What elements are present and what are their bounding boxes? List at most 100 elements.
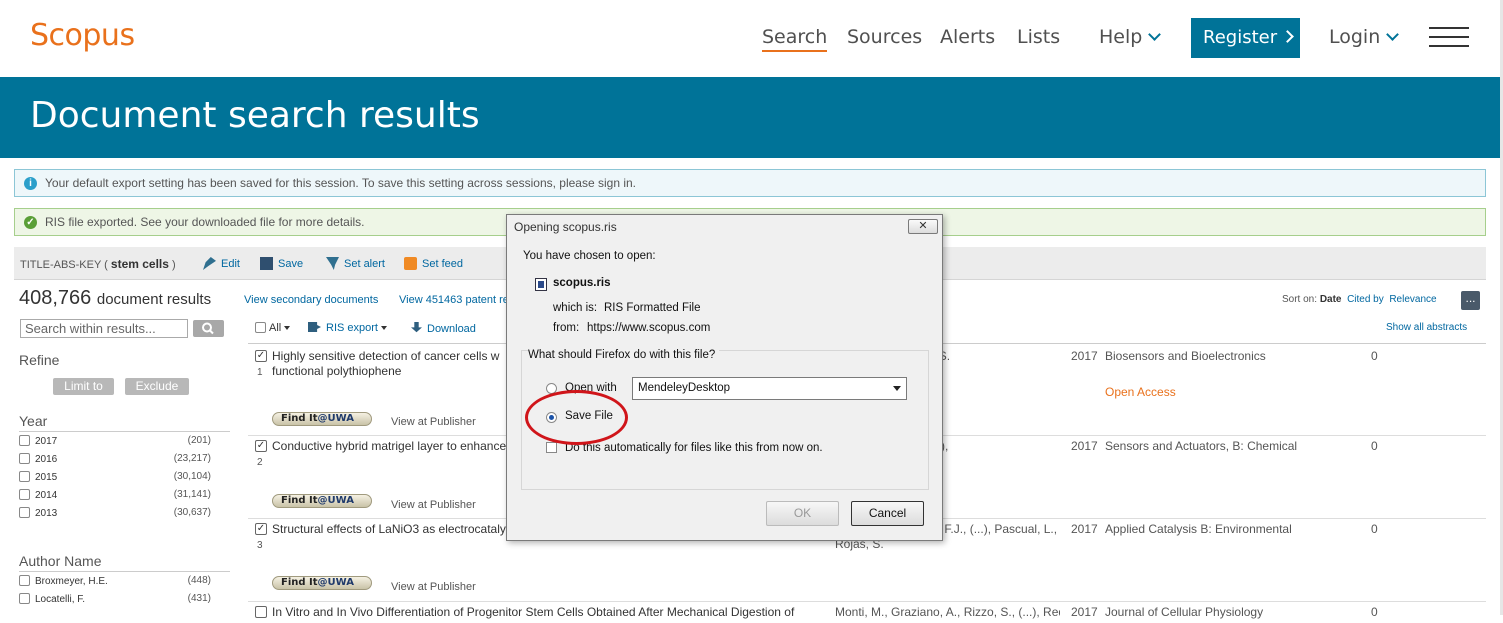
find-it-uwa-label: @UWA (317, 495, 354, 506)
sort-label: Sort on: (1282, 294, 1318, 305)
success-message-text: RIS file exported. See your downloaded f… (45, 215, 365, 229)
set-feed-link[interactable]: Set feed (404, 257, 463, 270)
scopus-logo[interactable]: Scopus (30, 18, 135, 53)
nav-help[interactable]: Help (1099, 26, 1162, 48)
save-query-link[interactable]: Save (260, 257, 303, 270)
result-checkbox[interactable]: ✓ (255, 350, 267, 362)
result-title[interactable]: In Vitro and In Vivo Differentiation of … (272, 605, 812, 620)
find-it-uwa-button[interactable]: Find It@UWA (272, 412, 372, 426)
highlight-annotation (525, 390, 628, 445)
result-cited-count[interactable]: 0 (1371, 605, 1378, 619)
find-it-uwa-label: @UWA (317, 577, 354, 588)
result-title[interactable]: Highly sensitive detection of cancer cel… (272, 349, 522, 379)
result-cited-count[interactable]: 0 (1371, 522, 1378, 536)
hamburger-menu-icon[interactable] (1429, 27, 1469, 47)
auto-action-label[interactable]: Do this automatically for files like thi… (565, 442, 823, 454)
result-year: 2017 (1071, 349, 1098, 363)
nav-help-label: Help (1099, 26, 1143, 48)
nav-lists[interactable]: Lists (1017, 26, 1060, 48)
view-at-publisher-link[interactable]: View at Publisher (391, 581, 476, 593)
exclude-button[interactable]: Exclude (125, 378, 189, 395)
nav-sources[interactable]: Sources (847, 26, 922, 48)
find-it-label: Find It (281, 413, 318, 424)
info-message: i Your default export setting has been s… (14, 169, 1486, 197)
ris-export-dropdown[interactable]: RIS export (308, 322, 387, 334)
facet-year-row[interactable]: 2017 (201) (19, 435, 211, 449)
edit-query-link[interactable]: Edit (203, 257, 240, 270)
select-all-dropdown[interactable]: All (255, 322, 291, 334)
view-secondary-link[interactable]: View secondary documents (244, 294, 378, 306)
search-within-input[interactable]: Search within results... (20, 319, 188, 338)
sort-cited-by[interactable]: Cited by (1347, 294, 1384, 305)
nav-search[interactable]: Search (762, 26, 828, 52)
limit-to-button[interactable]: Limit to (53, 378, 114, 395)
select-all-checkbox[interactable] (255, 322, 266, 333)
result-checkbox[interactable]: ✓ (255, 440, 267, 452)
chevron-right-icon (1281, 30, 1294, 43)
result-cited-count[interactable]: 0 (1371, 439, 1378, 453)
find-it-uwa-button[interactable]: Find It@UWA (272, 494, 372, 508)
nav-login[interactable]: Login (1329, 26, 1400, 48)
result-source[interactable]: Sensors and Actuators, B: Chemical (1105, 439, 1297, 453)
facet-year-row[interactable]: 2015 (30,104) (19, 471, 211, 485)
result-row: In Vitro and In Vivo Differentiation of … (248, 603, 1486, 623)
facet-checkbox[interactable] (19, 453, 30, 464)
find-it-uwa-button[interactable]: Find It@UWA (272, 576, 372, 590)
facet-checkbox[interactable] (19, 435, 30, 446)
result-source[interactable]: Applied Catalysis B: Environmental (1105, 522, 1292, 536)
result-source[interactable]: Biosensors and Bioelectronics (1105, 349, 1266, 363)
cancel-button[interactable]: Cancel (851, 501, 924, 526)
sort-relevance[interactable]: Relevance (1389, 294, 1436, 305)
result-checkbox[interactable] (255, 606, 267, 618)
download-link[interactable]: Download (411, 322, 476, 335)
result-cited-count[interactable]: 0 (1371, 349, 1378, 363)
facet-count: (431) (187, 593, 211, 604)
facet-year-row[interactable]: 2014 (31,141) (19, 489, 211, 503)
facet-year-row[interactable]: 2016 (23,217) (19, 453, 211, 467)
auto-action-checkbox[interactable] (546, 442, 557, 453)
facet-checkbox[interactable] (19, 489, 30, 500)
dialog-from-url: https://www.scopus.com (587, 322, 711, 334)
facet-label: 2014 (35, 490, 58, 501)
more-options-button[interactable]: ... (1461, 291, 1480, 310)
author-facet-title: Author Name (19, 553, 230, 572)
caret-down-icon (284, 326, 291, 330)
facet-count: (201) (187, 435, 211, 446)
ok-button[interactable]: OK (766, 501, 839, 526)
facet-checkbox[interactable] (19, 575, 30, 586)
facet-author-row[interactable]: Locatelli, F. (431) (19, 593, 211, 607)
result-title[interactable]: Structural effects of LaNiO3 as electroc… (272, 522, 522, 537)
result-title[interactable]: Conductive hybrid matrigel layer to enha… (272, 439, 522, 454)
facet-checkbox[interactable] (19, 471, 30, 482)
facet-author-row[interactable]: Broxmeyer, H.E. (448) (19, 575, 211, 589)
facet-checkbox[interactable] (19, 507, 30, 518)
dialog-filename: scopus.ris (553, 277, 611, 289)
dialog-close-button[interactable]: ✕ (908, 219, 938, 234)
facet-checkbox[interactable] (19, 593, 30, 604)
view-patent-link[interactable]: View 451463 patent re (399, 294, 509, 306)
register-button[interactable]: Register (1191, 18, 1300, 58)
facet-count: (23,217) (173, 453, 211, 464)
set-alert-link[interactable]: Set alert (326, 257, 385, 270)
search-within-button[interactable] (193, 320, 224, 337)
result-authors[interactable]: Monti, M., Graziano, A., Rizzo, S., (...… (835, 605, 1060, 620)
find-it-label: Find It (281, 577, 318, 588)
facet-count: (448) (187, 575, 211, 586)
query-string: TITLE-ABS-KEY ( stem cells ) (20, 257, 176, 271)
refine-heading: Refine (19, 352, 60, 368)
save-icon (260, 257, 273, 270)
sort-date[interactable]: Date (1320, 294, 1342, 305)
dialog-which-is-label: which is: (553, 302, 598, 314)
facet-year-row[interactable]: 2013 (30,637) (19, 507, 211, 521)
nav-alerts[interactable]: Alerts (940, 26, 995, 48)
view-at-publisher-link[interactable]: View at Publisher (391, 499, 476, 511)
result-source[interactable]: Journal of Cellular Physiology (1105, 605, 1263, 619)
edit-label: Edit (221, 258, 240, 270)
set-alert-label: Set alert (344, 258, 385, 270)
check-icon: ✓ (24, 216, 37, 229)
result-checkbox[interactable]: ✓ (255, 523, 267, 535)
query-field: TITLE-ABS-KEY (20, 259, 102, 271)
download-label: Download (427, 323, 476, 335)
open-with-app-select[interactable]: MendeleyDesktop (632, 377, 907, 400)
view-at-publisher-link[interactable]: View at Publisher (391, 416, 476, 428)
